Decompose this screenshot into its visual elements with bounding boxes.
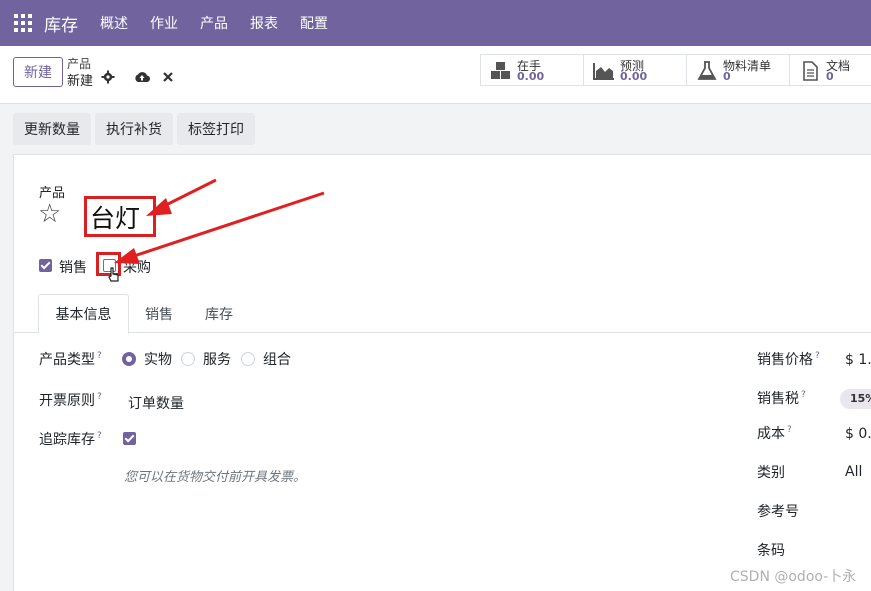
track-inventory-checkbox[interactable]	[123, 432, 136, 445]
radio-service[interactable]	[181, 352, 195, 366]
category-select[interactable]: All	[845, 464, 862, 480]
tab-general[interactable]: 基本信息	[38, 294, 129, 334]
cloud-upload-icon[interactable]	[134, 70, 150, 83]
watermark: CSDN @odoo-卜永	[730, 569, 857, 585]
gear-icon[interactable]	[101, 70, 115, 84]
top-navbar: 库存 概述 作业 产品 报表 配置	[0, 0, 871, 46]
stat-buttons: 在手 0.00 预测 0.00 物料清单 0 文档 0	[480, 54, 871, 86]
stat-value: 0	[723, 70, 731, 83]
invoice-policy-select[interactable]: 订单数量	[128, 393, 184, 413]
sales-price-input[interactable]: $ 1.0	[845, 352, 871, 368]
notebook-tabs: 基本信息 销售 库存	[14, 294, 871, 334]
radio-goods[interactable]	[122, 352, 136, 366]
breadcrumb-current: 新建	[67, 74, 94, 89]
can-be-sold-checkbox[interactable]	[39, 259, 52, 272]
tab-sales[interactable]: 销售	[134, 294, 184, 333]
stat-value: 0	[826, 70, 834, 83]
apps-grid-icon[interactable]	[14, 14, 32, 32]
invoice-policy-label: 开票原则?	[39, 392, 102, 409]
control-panel: 新建 产品 新建 在手 0.00 预测 0.00 物料清单 0 文档 0	[0, 46, 871, 104]
radio-combo-label[interactable]: 组合	[263, 349, 291, 369]
cost-input[interactable]: $ 0.0	[845, 426, 871, 442]
file-icon	[803, 61, 818, 81]
sales-tax-label: 销售税?	[757, 390, 806, 407]
menu-overview[interactable]: 概述	[100, 13, 128, 33]
can-be-sold-label[interactable]: 销售	[59, 257, 87, 277]
stat-value: 0.00	[620, 70, 648, 83]
menu-operations[interactable]: 作业	[150, 13, 178, 33]
stat-forecast[interactable]: 预测 0.00	[583, 54, 687, 86]
new-button[interactable]: 新建	[13, 57, 63, 87]
sales-price-label: 销售价格?	[757, 351, 820, 368]
menu-configuration[interactable]: 配置	[300, 13, 328, 33]
menu-products[interactable]: 产品	[200, 13, 228, 33]
category-label: 类别	[757, 465, 785, 481]
product-type-label: 产品类型?	[39, 351, 102, 368]
tab-inventory[interactable]: 库存	[194, 294, 244, 333]
reference-label: 参考号	[757, 504, 799, 520]
radio-service-label[interactable]: 服务	[203, 349, 231, 369]
cost-label: 成本?	[757, 425, 792, 442]
replenish-button[interactable]: 执行补货	[95, 113, 173, 145]
product-name-input[interactable]: 台灯	[90, 199, 140, 235]
flask-icon	[697, 61, 717, 80]
stat-value: 0.00	[517, 70, 545, 83]
track-inventory-label: 追踪库存?	[39, 431, 102, 448]
barcode-label: 条码	[757, 543, 785, 559]
stat-bom[interactable]: 物料清单 0	[686, 54, 790, 86]
area-chart-icon	[593, 63, 614, 80]
radio-goods-label[interactable]: 实物	[144, 349, 172, 369]
close-icon[interactable]	[163, 72, 173, 82]
print-labels-button[interactable]: 标签打印	[177, 113, 255, 145]
sales-tax-badge[interactable]: 15%	[840, 389, 871, 409]
update-quantity-button[interactable]: 更新数量	[13, 113, 91, 145]
menu-reporting[interactable]: 报表	[250, 13, 278, 33]
form-sheet: 产品 ☆ 台灯 销售 采购 基本信息 销售 库存 产品类型? 实物 服务 组合 …	[13, 154, 871, 591]
hand-cursor-icon	[108, 267, 119, 282]
can-be-purchased-label[interactable]: 采购	[123, 257, 151, 277]
radio-combo[interactable]	[241, 352, 255, 366]
stat-on-hand[interactable]: 在手 0.00	[480, 54, 584, 86]
stat-documents[interactable]: 文档 0	[789, 54, 871, 86]
star-icon[interactable]: ☆	[38, 201, 61, 227]
cubes-icon	[491, 62, 510, 79]
invoice-hint: 您可以在货物交付前开具发票。	[124, 470, 307, 485]
app-brand[interactable]: 库存	[44, 11, 78, 36]
